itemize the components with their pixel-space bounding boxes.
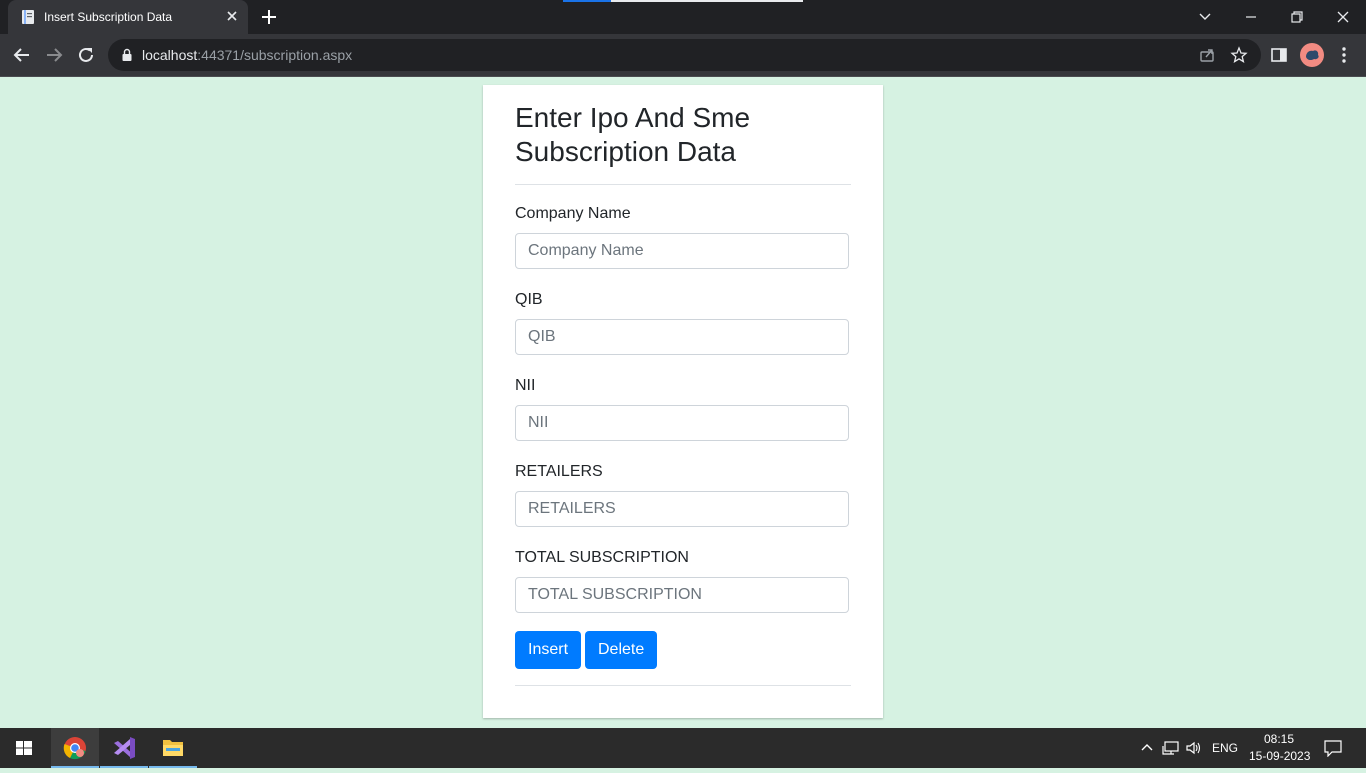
url-path: :44371/subscription.aspx — [197, 47, 353, 63]
close-icon[interactable] — [1332, 6, 1354, 28]
divider — [515, 685, 851, 686]
network-icon[interactable] — [1162, 740, 1180, 756]
back-arrow-icon[interactable] — [12, 45, 32, 65]
address-bar[interactable]: localhost:44371/subscription.aspx — [108, 39, 1261, 71]
document-icon — [22, 10, 34, 24]
url-text[interactable]: localhost:44371/subscription.aspx — [142, 47, 352, 63]
lock-icon[interactable] — [120, 48, 134, 62]
total-subscription-input[interactable] — [515, 577, 849, 613]
volume-icon[interactable] — [1185, 740, 1203, 756]
retailers-input[interactable] — [515, 491, 849, 527]
star-icon[interactable] — [1230, 46, 1248, 64]
kebab-menu-icon[interactable] — [1335, 45, 1353, 65]
qib-input[interactable] — [515, 319, 849, 355]
tab-title: Insert Subscription Data — [44, 10, 173, 24]
reload-icon[interactable] — [76, 45, 96, 65]
start-button[interactable] — [0, 728, 48, 768]
clock-date[interactable]: 15-09-2023 — [1249, 749, 1310, 763]
total-subscription-label: TOTAL SUBSCRIPTION — [515, 549, 689, 566]
notification-icon[interactable] — [1323, 739, 1343, 757]
nii-input[interactable] — [515, 405, 849, 441]
file-explorer-icon — [163, 740, 183, 756]
profile-icon — [1306, 50, 1319, 61]
nii-label: NII — [515, 377, 536, 394]
delete-button[interactable]: Delete — [585, 631, 658, 669]
chevron-down-icon[interactable] — [1194, 6, 1216, 28]
divider — [515, 184, 851, 185]
forward-arrow-icon[interactable] — [44, 45, 64, 65]
chrome-icon — [63, 737, 86, 760]
url-host: localhost — [142, 47, 198, 63]
side-panel-icon[interactable] — [1270, 46, 1288, 64]
taskbar-chrome[interactable] — [51, 728, 99, 768]
close-icon[interactable] — [224, 8, 240, 24]
taskbar-visual-studio[interactable] — [100, 728, 148, 768]
restore-icon[interactable] — [1286, 6, 1308, 28]
chevron-up-icon[interactable] — [1140, 741, 1154, 755]
subscription-form-card: Enter Ipo And Sme Subscription Data Comp… — [483, 85, 883, 718]
loading-indicator — [563, 0, 803, 2]
qib-label: QIB — [515, 291, 543, 308]
browser-tab[interactable]: Insert Subscription Data — [8, 0, 248, 34]
share-icon[interactable] — [1198, 46, 1216, 64]
page-title: Enter Ipo And Sme Subscription Data — [515, 102, 751, 167]
windows-start-icon — [16, 741, 32, 755]
visual-studio-icon — [114, 737, 135, 759]
browser-tab-strip: Insert Subscription Data — [0, 0, 1366, 34]
taskbar-file-explorer[interactable] — [149, 728, 197, 768]
minimize-icon[interactable] — [1240, 6, 1262, 28]
retailers-label: RETAILERS — [515, 463, 603, 480]
company-name-input[interactable] — [515, 233, 849, 269]
avatar[interactable] — [1300, 43, 1324, 67]
company-name-label: Company Name — [515, 205, 631, 222]
insert-button[interactable]: Insert — [515, 631, 582, 669]
clock-time[interactable]: 08:15 — [1264, 732, 1294, 746]
language-indicator[interactable]: ENG — [1212, 741, 1238, 755]
browser-toolbar: localhost:44371/subscription.aspx — [0, 34, 1366, 77]
plus-icon[interactable] — [260, 8, 278, 26]
taskbar: ENG 08:15 15-09-2023 — [0, 728, 1366, 768]
